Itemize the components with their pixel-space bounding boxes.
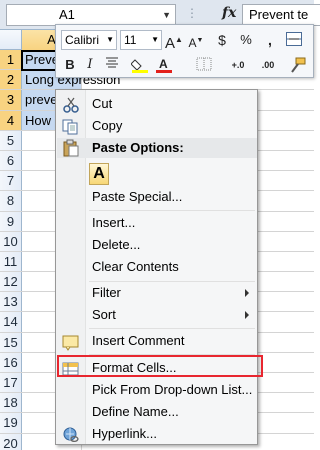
row-header[interactable]: 8 (0, 191, 22, 211)
increase-decimal-button[interactable]: +.0 (228, 55, 248, 75)
hyperlink-icon (62, 426, 80, 444)
comma-style-button[interactable]: , (260, 30, 280, 50)
copy-icon (62, 118, 80, 136)
insert-function-button[interactable]: fx (222, 5, 236, 21)
align-center-button[interactable] (102, 55, 122, 75)
font-name-select[interactable]: Calibri ▼ (61, 30, 117, 50)
row-header[interactable]: 7 (0, 171, 22, 191)
row-header[interactable]: 3 (0, 90, 22, 110)
menu-item-label: Insert Comment (92, 333, 185, 348)
row-header[interactable]: 1 (0, 50, 22, 70)
paintbrush-icon (291, 57, 306, 73)
menu-item-sort[interactable]: Sort (57, 304, 257, 326)
currency-button[interactable]: $ (212, 30, 232, 50)
formula-input[interactable]: Prevent te (242, 4, 320, 26)
chevron-down-icon: ▼ (106, 35, 114, 44)
bold-button[interactable]: B (60, 55, 80, 75)
borders-icon (196, 57, 212, 71)
row-header[interactable]: 16 (0, 352, 22, 372)
font-size-value: 11 (124, 33, 137, 47)
menu-separator (89, 210, 255, 211)
menu-item-label: Hyperlink... (92, 426, 158, 441)
grow-font-button[interactable]: A▲ (164, 30, 184, 52)
menu-item-define-name[interactable]: Define Name... (57, 401, 257, 423)
format-painter-button[interactable] (288, 55, 308, 75)
font-color-icon: A (156, 57, 172, 73)
menu-item-insert-comment[interactable]: Insert Comment (57, 330, 257, 352)
drag-handle-icon[interactable]: ⋮ (186, 6, 199, 20)
submenu-arrow-icon (245, 311, 249, 319)
context-menu: Cut Copy Paste Options: A Paste Special.… (55, 89, 258, 445)
font-color-button[interactable]: A (154, 55, 174, 75)
font-size-select[interactable]: 11 ▼ (120, 30, 162, 50)
formula-controls: ⋮ fx (178, 4, 238, 26)
menu-item-label: Cut (92, 96, 113, 111)
fill-color-button[interactable] (130, 55, 150, 75)
row-header[interactable]: 11 (0, 251, 22, 272)
chevron-down-icon: ▼ (151, 35, 159, 44)
clipboard-icon (62, 139, 80, 160)
menu-item-label: Filter (92, 285, 121, 300)
row-header[interactable]: 19 (0, 413, 22, 433)
mini-toolbar: Calibri ▼ 11 ▼ A▲ A▼ $ % , B I A +.0 .00 (55, 24, 314, 78)
submenu-arrow-icon (245, 289, 249, 297)
row-header[interactable]: 4 (0, 110, 22, 130)
name-box[interactable]: A1 ▼ (6, 4, 176, 26)
menu-item-delete[interactable]: Delete... (57, 234, 257, 256)
cell-text: preve (25, 92, 58, 108)
menu-item-label: Delete... (92, 237, 141, 252)
font-name-value: Calibri (65, 33, 100, 47)
row-header[interactable]: 5 (0, 130, 22, 150)
menu-item-label: Copy (92, 118, 123, 133)
menu-item-label: Define Name... (92, 404, 179, 419)
decrease-decimal-button[interactable]: .00 (258, 55, 278, 75)
borders-button[interactable] (194, 55, 214, 75)
scissors-icon (62, 96, 80, 114)
row-header[interactable]: 2 (0, 70, 22, 90)
merge-cells-icon (286, 32, 302, 46)
menu-item-paste-special[interactable]: Paste Special... (57, 186, 257, 208)
menu-item-filter[interactable]: Filter (57, 282, 257, 304)
menu-item-label: Sort (92, 307, 116, 322)
select-all-corner[interactable] (0, 30, 22, 50)
paste-options-header: Paste Options: (57, 138, 257, 158)
menu-item-pick-list[interactable]: Pick From Drop-down List... (57, 379, 257, 401)
percent-button[interactable]: % (236, 30, 256, 50)
merge-center-button[interactable] (284, 30, 304, 50)
menu-item-label: Insert... (92, 215, 136, 230)
chevron-down-icon[interactable]: ▼ (162, 5, 171, 25)
menu-item-label: Pick From Drop-down List... (92, 382, 253, 397)
align-center-icon (106, 57, 118, 68)
row-header[interactable]: 14 (0, 312, 22, 332)
row-header[interactable]: 12 (0, 272, 22, 292)
format-cells-highlight (57, 355, 263, 377)
row-header[interactable]: 17 (0, 373, 22, 393)
menu-item-clear-contents[interactable]: Clear Contents (57, 256, 257, 278)
shrink-font-icon: A (188, 36, 197, 50)
row-header[interactable]: 9 (0, 211, 22, 231)
menu-item-hyperlink[interactable]: Hyperlink... (57, 423, 257, 445)
svg-text:A: A (159, 57, 168, 71)
row-header[interactable]: 15 (0, 332, 22, 352)
cell-text: How (25, 112, 52, 128)
row-header[interactable]: 18 (0, 393, 22, 413)
paste-options-label: Paste Options: (92, 140, 184, 155)
menu-item-label: Clear Contents (92, 259, 179, 274)
row-header[interactable]: 10 (0, 231, 22, 251)
shrink-font-button[interactable]: A▼ (186, 31, 206, 51)
row-header[interactable]: 6 (0, 150, 22, 171)
grow-font-icon: A (165, 35, 176, 52)
row-header[interactable]: 13 (0, 292, 22, 312)
menu-item-cut[interactable]: Cut (57, 93, 257, 115)
name-box-value: A1 (59, 7, 75, 22)
row-header[interactable]: 20 (0, 433, 22, 450)
menu-separator (89, 328, 255, 329)
comment-icon (62, 333, 80, 351)
italic-button[interactable]: I (80, 55, 100, 75)
fill-bucket-icon (131, 59, 148, 73)
menu-item-copy[interactable]: Copy (57, 115, 257, 137)
menu-item-insert[interactable]: Insert... (57, 212, 257, 234)
paste-values-button[interactable]: A (89, 163, 109, 185)
menu-item-label: Paste Special... (92, 189, 183, 204)
